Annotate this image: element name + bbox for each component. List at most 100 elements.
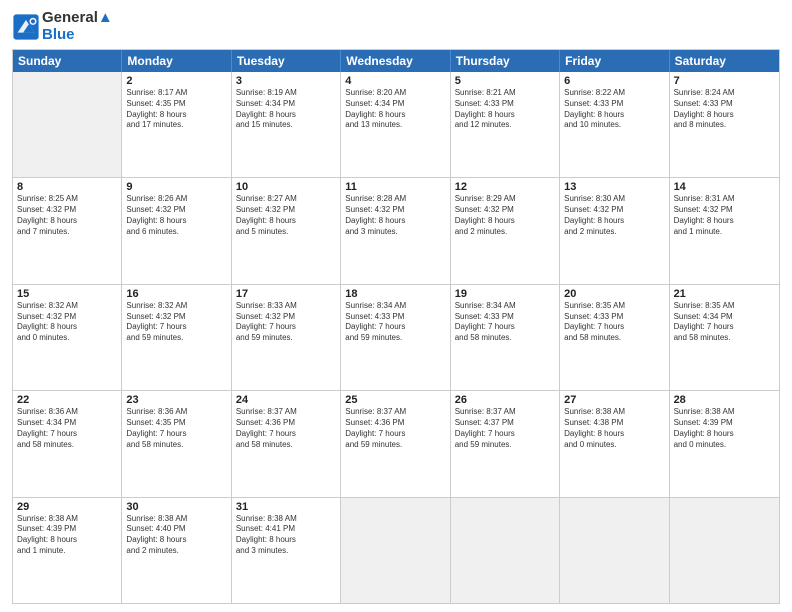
calendar-cell: 27Sunrise: 8:38 AM Sunset: 4:38 PM Dayli… [560,391,669,496]
calendar-cell: 16Sunrise: 8:32 AM Sunset: 4:32 PM Dayli… [122,285,231,390]
day-number: 19 [455,288,555,300]
cell-info: Sunrise: 8:20 AM Sunset: 4:34 PM Dayligh… [345,88,445,131]
day-number: 25 [345,394,445,406]
calendar-cell: 26Sunrise: 8:37 AM Sunset: 4:37 PM Dayli… [451,391,560,496]
cell-info: Sunrise: 8:36 AM Sunset: 4:35 PM Dayligh… [126,407,226,450]
cell-info: Sunrise: 8:34 AM Sunset: 4:33 PM Dayligh… [345,301,445,344]
day-number: 28 [674,394,775,406]
calendar-cell: 10Sunrise: 8:27 AM Sunset: 4:32 PM Dayli… [232,178,341,283]
day-number: 17 [236,288,336,300]
cell-info: Sunrise: 8:37 AM Sunset: 4:37 PM Dayligh… [455,407,555,450]
calendar-cell [670,498,779,603]
logo-text-block: General▲ Blue [42,10,113,43]
cell-info: Sunrise: 8:17 AM Sunset: 4:35 PM Dayligh… [126,88,226,131]
calendar-cell [13,72,122,177]
day-number: 26 [455,394,555,406]
calendar-cell: 12Sunrise: 8:29 AM Sunset: 4:32 PM Dayli… [451,178,560,283]
cell-info: Sunrise: 8:28 AM Sunset: 4:32 PM Dayligh… [345,194,445,237]
calendar-row-2: 15Sunrise: 8:32 AM Sunset: 4:32 PM Dayli… [13,284,779,390]
day-number: 8 [17,181,117,193]
calendar-cell: 25Sunrise: 8:37 AM Sunset: 4:36 PM Dayli… [341,391,450,496]
cell-info: Sunrise: 8:35 AM Sunset: 4:33 PM Dayligh… [564,301,664,344]
cell-info: Sunrise: 8:25 AM Sunset: 4:32 PM Dayligh… [17,194,117,237]
cell-info: Sunrise: 8:36 AM Sunset: 4:34 PM Dayligh… [17,407,117,450]
calendar-cell: 3Sunrise: 8:19 AM Sunset: 4:34 PM Daylig… [232,72,341,177]
cell-info: Sunrise: 8:31 AM Sunset: 4:32 PM Dayligh… [674,194,775,237]
calendar-row-4: 29Sunrise: 8:38 AM Sunset: 4:39 PM Dayli… [13,497,779,603]
day-number: 6 [564,75,664,87]
day-number: 11 [345,181,445,193]
cell-info: Sunrise: 8:38 AM Sunset: 4:39 PM Dayligh… [674,407,775,450]
calendar-cell: 29Sunrise: 8:38 AM Sunset: 4:39 PM Dayli… [13,498,122,603]
cell-info: Sunrise: 8:26 AM Sunset: 4:32 PM Dayligh… [126,194,226,237]
calendar-cell: 13Sunrise: 8:30 AM Sunset: 4:32 PM Dayli… [560,178,669,283]
calendar-cell: 21Sunrise: 8:35 AM Sunset: 4:34 PM Dayli… [670,285,779,390]
cell-info: Sunrise: 8:27 AM Sunset: 4:32 PM Dayligh… [236,194,336,237]
day-number: 13 [564,181,664,193]
cell-info: Sunrise: 8:38 AM Sunset: 4:40 PM Dayligh… [126,514,226,557]
header-cell-thursday: Thursday [451,50,560,72]
calendar-cell: 23Sunrise: 8:36 AM Sunset: 4:35 PM Dayli… [122,391,231,496]
header-cell-wednesday: Wednesday [341,50,450,72]
calendar-cell: 20Sunrise: 8:35 AM Sunset: 4:33 PM Dayli… [560,285,669,390]
cell-info: Sunrise: 8:37 AM Sunset: 4:36 PM Dayligh… [236,407,336,450]
day-number: 16 [126,288,226,300]
header-cell-saturday: Saturday [670,50,779,72]
day-number: 23 [126,394,226,406]
day-number: 5 [455,75,555,87]
calendar-cell: 7Sunrise: 8:24 AM Sunset: 4:33 PM Daylig… [670,72,779,177]
day-number: 3 [236,75,336,87]
day-number: 7 [674,75,775,87]
day-number: 24 [236,394,336,406]
calendar-cell: 15Sunrise: 8:32 AM Sunset: 4:32 PM Dayli… [13,285,122,390]
calendar-cell: 2Sunrise: 8:17 AM Sunset: 4:35 PM Daylig… [122,72,231,177]
calendar-cell: 9Sunrise: 8:26 AM Sunset: 4:32 PM Daylig… [122,178,231,283]
cell-info: Sunrise: 8:30 AM Sunset: 4:32 PM Dayligh… [564,194,664,237]
day-number: 15 [17,288,117,300]
logo: General▲ Blue [12,10,113,43]
calendar-cell: 17Sunrise: 8:33 AM Sunset: 4:32 PM Dayli… [232,285,341,390]
logo-line2: Blue [42,27,113,44]
calendar-cell: 22Sunrise: 8:36 AM Sunset: 4:34 PM Dayli… [13,391,122,496]
day-number: 22 [17,394,117,406]
calendar-row-1: 8Sunrise: 8:25 AM Sunset: 4:32 PM Daylig… [13,177,779,283]
calendar-cell [341,498,450,603]
day-number: 20 [564,288,664,300]
day-number: 14 [674,181,775,193]
header-cell-monday: Monday [122,50,231,72]
day-number: 21 [674,288,775,300]
day-number: 27 [564,394,664,406]
cell-info: Sunrise: 8:24 AM Sunset: 4:33 PM Dayligh… [674,88,775,131]
header-cell-friday: Friday [560,50,669,72]
header-cell-sunday: Sunday [13,50,122,72]
cell-info: Sunrise: 8:19 AM Sunset: 4:34 PM Dayligh… [236,88,336,131]
cell-info: Sunrise: 8:33 AM Sunset: 4:32 PM Dayligh… [236,301,336,344]
calendar-cell: 28Sunrise: 8:38 AM Sunset: 4:39 PM Dayli… [670,391,779,496]
calendar-cell: 6Sunrise: 8:22 AM Sunset: 4:33 PM Daylig… [560,72,669,177]
cell-info: Sunrise: 8:35 AM Sunset: 4:34 PM Dayligh… [674,301,775,344]
calendar-header: SundayMondayTuesdayWednesdayThursdayFrid… [13,50,779,72]
calendar-cell: 24Sunrise: 8:37 AM Sunset: 4:36 PM Dayli… [232,391,341,496]
logo-line1: General▲ [42,10,113,27]
day-number: 2 [126,75,226,87]
cell-info: Sunrise: 8:38 AM Sunset: 4:41 PM Dayligh… [236,514,336,557]
cell-info: Sunrise: 8:32 AM Sunset: 4:32 PM Dayligh… [17,301,117,344]
logo-icon [12,13,40,41]
day-number: 30 [126,501,226,513]
calendar-cell: 19Sunrise: 8:34 AM Sunset: 4:33 PM Dayli… [451,285,560,390]
calendar-cell: 31Sunrise: 8:38 AM Sunset: 4:41 PM Dayli… [232,498,341,603]
calendar-cell: 5Sunrise: 8:21 AM Sunset: 4:33 PM Daylig… [451,72,560,177]
calendar-body: 2Sunrise: 8:17 AM Sunset: 4:35 PM Daylig… [13,72,779,603]
day-number: 10 [236,181,336,193]
header-cell-tuesday: Tuesday [232,50,341,72]
cell-info: Sunrise: 8:21 AM Sunset: 4:33 PM Dayligh… [455,88,555,131]
calendar-cell: 30Sunrise: 8:38 AM Sunset: 4:40 PM Dayli… [122,498,231,603]
cell-info: Sunrise: 8:37 AM Sunset: 4:36 PM Dayligh… [345,407,445,450]
day-number: 9 [126,181,226,193]
calendar-row-3: 22Sunrise: 8:36 AM Sunset: 4:34 PM Dayli… [13,390,779,496]
calendar-cell [451,498,560,603]
day-number: 12 [455,181,555,193]
calendar-cell: 11Sunrise: 8:28 AM Sunset: 4:32 PM Dayli… [341,178,450,283]
calendar-cell: 4Sunrise: 8:20 AM Sunset: 4:34 PM Daylig… [341,72,450,177]
day-number: 4 [345,75,445,87]
